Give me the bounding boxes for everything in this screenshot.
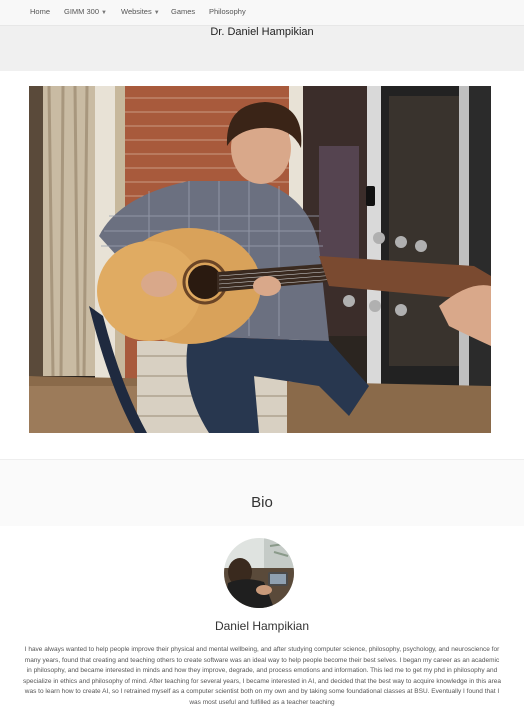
caret-down-icon: ▼ bbox=[101, 10, 107, 16]
nav-websites-label: Websites bbox=[121, 7, 152, 16]
nav-philosophy[interactable]: Philosophy bbox=[209, 7, 246, 16]
bio-text: I have always wanted to help people impr… bbox=[22, 646, 502, 706]
nav-games[interactable]: Games bbox=[171, 7, 195, 16]
top-navbar: Home GIMM 300 ▼ Websites ▼ Games Philosoph… bbox=[0, 0, 524, 26]
site-title: Dr. Daniel Hampikian bbox=[210, 26, 314, 38]
caret-down-icon: ▼ bbox=[153, 10, 160, 16]
nav-websites[interactable]: Websites ▼ bbox=[121, 7, 160, 16]
person-name: Daniel Hampikian bbox=[214, 619, 310, 633]
hero-photo bbox=[29, 86, 491, 433]
avatar bbox=[224, 538, 294, 608]
avatar-photo bbox=[224, 538, 294, 608]
bio-heading: Bio bbox=[251, 494, 273, 511]
nav-gimm300[interactable]: GIMM 300 ▼ bbox=[64, 7, 107, 16]
guitar-player-photo bbox=[29, 86, 491, 433]
nav-gimm300-label: GIMM 300 bbox=[64, 7, 100, 16]
bio-heading-band bbox=[0, 460, 524, 526]
nav-home[interactable]: Home bbox=[30, 7, 50, 16]
